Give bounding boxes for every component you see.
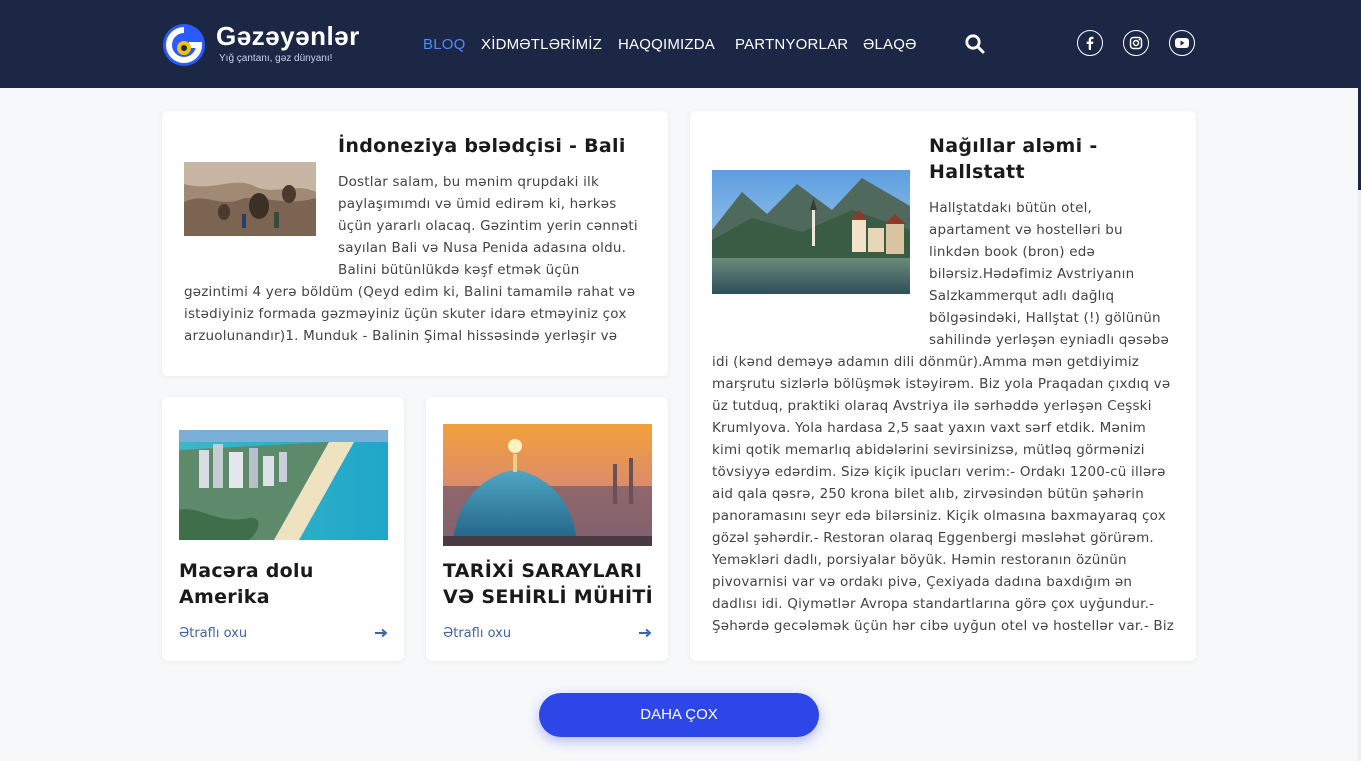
site-header: Gəzəyənlər Yığ çantanı, gəz dünyanı! BLO… (0, 0, 1361, 88)
read-more-link[interactable]: Ətraflı oxu (443, 626, 511, 641)
excerpt-line: üz tutduq, praktiki olaraq Avstriya ilə … (712, 398, 1152, 414)
excerpt-line: dadlısı idi. Qiymətlər Avropa standartla… (712, 596, 1155, 612)
excerpt-line: gəzintimi 4 yerə böldüm (Qeyd edim ki, B… (184, 284, 636, 300)
excerpt-line: arzuolunandır)1. Munduk - Balinin Şimal … (184, 328, 618, 344)
excerpt-line: Şəhərdə gecələmək üçün hər cibə uyğun ot… (712, 618, 1175, 634)
nav-item-partnyorlar[interactable]: PARTNYORLAR (735, 36, 848, 53)
excerpt-line: Yeməkləri dadlı, porsiyalar böyük. Həmin… (712, 552, 1127, 568)
nav-item-bloq[interactable]: BLOQ (423, 36, 465, 53)
facebook-icon[interactable] (1077, 30, 1103, 56)
excerpt-line: aid qala qəsrə, 250 krona bilet alıb, zi… (712, 486, 1145, 502)
post-excerpt: Hallştatdakı bütün otel, apartament və h… (929, 197, 1184, 351)
post-card-palaces[interactable]: TARİXİ SARAYLARI VƏ SEHİRLİ MÜHİTİ Ətraf… (426, 397, 668, 661)
excerpt-line: üçün yararlı olacaq. Gəzintim yerin cənn… (338, 218, 638, 234)
nav-item-xidmetlerimiz[interactable]: XİDMƏTLƏRİMİZ (481, 36, 602, 53)
excerpt-line: apartament və hostelləri bu (929, 222, 1123, 238)
excerpt-line: sahilində yerləşən eyniadlı qəsəbə (929, 332, 1170, 348)
excerpt-line: paylaşımımdı və ümid edirəm ki, hərkəs (338, 196, 617, 212)
post-title-line: Nağıllar aləmi - (929, 135, 1098, 157)
miami-beach-image[interactable] (179, 430, 388, 540)
nav-item-haqqimizda[interactable]: HAQQIMIZDA (618, 36, 715, 53)
post-title[interactable]: Macəra dolu Amerika (179, 558, 389, 610)
excerpt-line: Krumlyova. Yola hardasa 2,5 saat yaxın v… (712, 420, 1147, 436)
brand-tagline: Yığ çantanı, gəz dünyanı! (219, 53, 333, 64)
brand-name: Gəzəyənlər (216, 21, 360, 51)
logo-mark-icon (163, 24, 205, 66)
post-title[interactable]: Nağıllar aləmi - Hallstatt (929, 133, 1179, 185)
post-card-america[interactable]: Macəra dolu Amerika Ətraflı oxu (162, 397, 404, 661)
load-more-button[interactable]: DAHA ÇOX (539, 693, 819, 737)
arrow-right-icon[interactable] (375, 628, 388, 638)
excerpt-line: Dostlar salam, bu mənim qrupdaki ilk (338, 174, 599, 190)
excerpt-line: bölgəsindəki, Hallştat (!) gölünün (929, 310, 1161, 326)
excerpt-line: bilərsiz.Hədəfimiz Avstriyanın (929, 266, 1135, 282)
arrow-right-icon[interactable] (639, 628, 652, 638)
excerpt-line: panoramasını seyr edə bilərsiniz. Kiçik … (712, 508, 1166, 524)
post-excerpt: Dostlar salam, bu mənim qrupdaki ilk pay… (338, 171, 648, 281)
instagram-icon[interactable] (1123, 30, 1149, 56)
excerpt-line: istədiyiniz formada gəzməyiniz üçün skut… (184, 306, 627, 322)
mosque-dome-image[interactable] (443, 424, 652, 546)
excerpt-line: kimi qotik memarlıq abidələrini sevirsin… (712, 442, 1145, 458)
excerpt-line: pivovarnisi var və ordakı pivə, Çexiyada… (712, 574, 1133, 590)
excerpt-line: linkdən book (bron) edə (929, 244, 1096, 260)
post-card-hallstatt[interactable]: Nağıllar aləmi - Hallstatt Hallştatdakı … (690, 111, 1196, 661)
excerpt-line: Balini bütünlükdə kəşf etmək üçün (338, 262, 580, 278)
nav-item-elaqe[interactable]: ƏLAQƏ (863, 36, 917, 53)
post-title[interactable]: TARİXİ SARAYLARI VƏ SEHİRLİ MÜHİTİ (443, 558, 658, 610)
excerpt-line: tövsiyyə edərdim. Sizə kiçik ipucları ve… (712, 464, 1166, 480)
search-icon[interactable] (964, 33, 986, 55)
bali-cave-image[interactable] (184, 162, 316, 236)
excerpt-line: gözəl şəhərdir.- Restoran olaraq Eggenbe… (712, 530, 1154, 546)
excerpt-line: Hallştatdakı bütün otel, (929, 200, 1093, 216)
site-logo[interactable]: Gəzəyənlər Yığ çantanı, gəz dünyanı! (161, 20, 371, 70)
excerpt-line: sayılan Bali və Nusa Penida adasına oldu… (338, 240, 627, 256)
post-excerpt-continued: idi (kənd deməyə adamın dili dönmür).Amm… (712, 351, 1182, 637)
post-excerpt-continued: gəzintimi 4 yerə böldüm (Qeyd edim ki, B… (184, 281, 654, 353)
hallstatt-lake-image[interactable] (712, 170, 910, 294)
read-more-link[interactable]: Ətraflı oxu (179, 626, 247, 641)
excerpt-line: Salzkammerqut adlı dağlıq (929, 288, 1115, 304)
excerpt-line: idi (kənd deməyə adamın dili dönmür).Amm… (712, 354, 1140, 370)
youtube-icon[interactable] (1169, 30, 1195, 56)
post-title-line: Hallstatt (929, 161, 1025, 183)
post-card-bali[interactable]: İndoneziya bələdçisi - Bali Dostlar sala… (162, 111, 668, 376)
excerpt-line: marşrutu sizlərlə bölüşmək istəyirəm. Bi… (712, 376, 1171, 392)
post-title[interactable]: İndoneziya bələdçisi - Bali (338, 133, 648, 159)
